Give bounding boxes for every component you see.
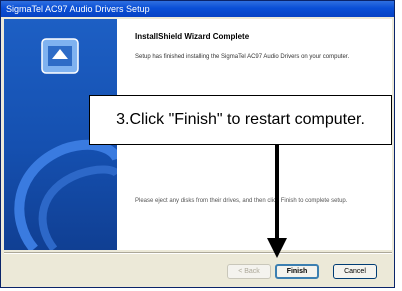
arrow-down-icon	[267, 238, 287, 258]
wizard-footer-note: Please eject any disks from their drives…	[135, 198, 348, 204]
back-button[interactable]: < Back	[227, 264, 271, 279]
decorative-swirl	[14, 139, 117, 250]
instruction-callout: 3.Click "Finish" to restart computer.	[89, 95, 392, 145]
arrow-pointer-line	[275, 145, 279, 240]
decorative-swirl-2	[38, 165, 117, 250]
separator	[4, 252, 392, 254]
finish-button[interactable]: Finish	[275, 264, 319, 279]
installer-box-icon	[41, 38, 79, 74]
wizard-heading: InstallShield Wizard Complete	[135, 32, 250, 41]
cancel-button[interactable]: Cancel	[333, 264, 377, 279]
wizard-description: Setup has finished installing the SigmaT…	[135, 54, 350, 60]
window-title: SigmaTel AC97 Audio Drivers Setup	[1, 1, 394, 17]
